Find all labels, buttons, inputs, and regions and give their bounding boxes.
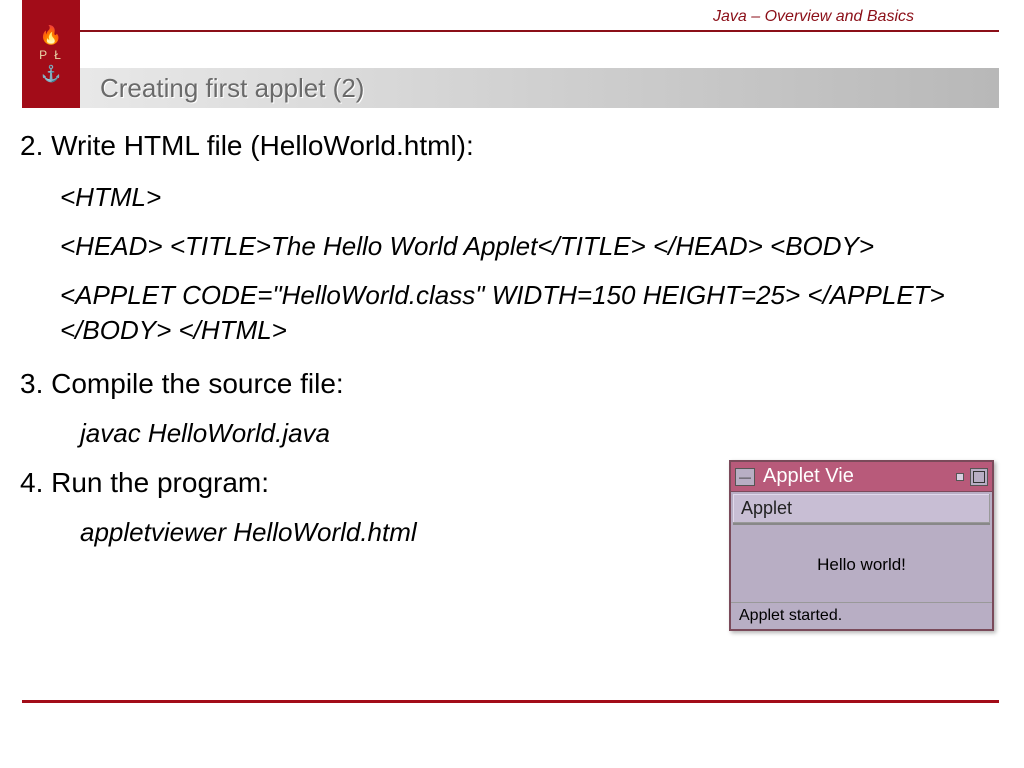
minimize-button[interactable]: — bbox=[735, 468, 755, 486]
university-logo: 🔥 P Ł ⚓ bbox=[22, 0, 80, 108]
applet-titlebar: — Applet Vie bbox=[731, 462, 992, 492]
slide-title: Creating first applet (2) bbox=[100, 73, 364, 104]
maximize-button[interactable] bbox=[970, 468, 988, 486]
applet-body: Hello world! bbox=[731, 527, 992, 602]
applet-viewer-window: — Applet Vie Applet Hello world! Applet … bbox=[729, 460, 994, 631]
applet-output-text: Hello world! bbox=[817, 555, 906, 575]
step3-command: javac HelloWorld.java bbox=[80, 418, 999, 449]
html-code-block: <HTML> <HEAD> <TITLE>The Hello World App… bbox=[60, 180, 999, 348]
applet-window-title: Applet Vie bbox=[763, 465, 854, 488]
step3-heading: 3. Compile the source file: bbox=[20, 368, 999, 400]
code-line-2: <HEAD> <TITLE>The Hello World Applet</TI… bbox=[60, 229, 999, 264]
code-line-3: <APPLET CODE="HelloWorld.class" WIDTH=15… bbox=[60, 278, 999, 348]
slide-title-bar: Creating first applet (2) bbox=[80, 68, 999, 108]
applet-status-bar: Applet started. bbox=[731, 602, 992, 629]
torch-icon: 🔥 bbox=[40, 25, 62, 46]
step2-heading: 2. Write HTML file (HelloWorld.html): bbox=[20, 130, 999, 162]
footer-divider bbox=[22, 700, 999, 703]
anchor-icon: ⚓ bbox=[41, 64, 61, 84]
restore-button[interactable] bbox=[956, 473, 964, 481]
applet-menu[interactable]: Applet bbox=[733, 494, 990, 525]
code-line-1: <HTML> bbox=[60, 180, 999, 215]
course-title: Java – Overview and Basics bbox=[713, 8, 914, 26]
header-divider bbox=[80, 30, 999, 32]
logo-letters: P Ł bbox=[39, 48, 63, 62]
